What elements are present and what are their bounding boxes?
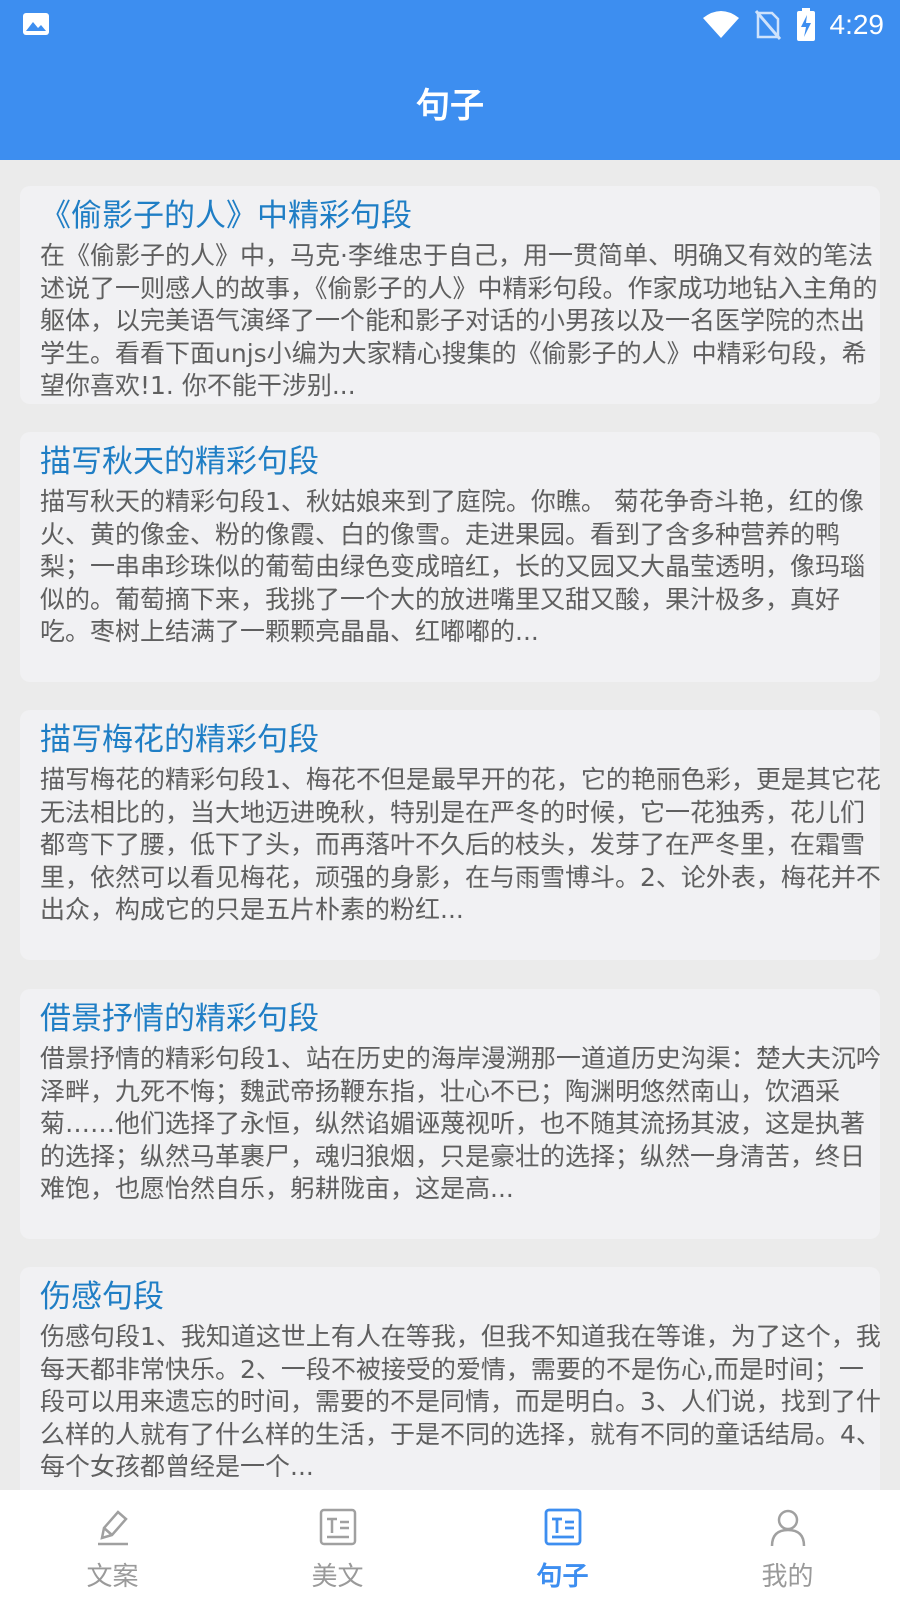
article-summary: 描写秋天的精彩句段1、秋姑娘来到了庭院。你瞧。 菊花争奇斗艳，红的像火、黄的像金… xyxy=(40,487,866,647)
article-card[interactable]: 伤感句段 伤感句段1、我知道这世上有人在等我，但我不知道我在等谁，为了这个，我每… xyxy=(20,1267,880,1490)
article-summary: 在《偷影子的人》中，马克·李维忠于自己，用一贯简单、明确又有效的笔法述说了一则感… xyxy=(40,241,878,401)
article-card[interactable]: 描写梅花的精彩句段 描写梅花的精彩句段1、梅花不但是最早开的花，它的艳丽色彩，更… xyxy=(20,710,880,960)
article-card[interactable]: 《偷影子的人》中精彩句段 在《偷影子的人》中，马克·李维忠于自己，用一贯简单、明… xyxy=(20,186,880,404)
tab-label: 文案 xyxy=(86,1562,139,1592)
tab-label: 句子 xyxy=(536,1562,589,1592)
article-list[interactable]: 《偷影子的人》中精彩句段 在《偷影子的人》中，马克·李维忠于自己，用一贯简单、明… xyxy=(0,160,900,1490)
article-summary: 描写梅花的精彩句段1、梅花不但是最早开的花，它的艳丽色彩，更是其它花无法相比的，… xyxy=(40,765,880,925)
page-title: 句子 xyxy=(416,86,484,126)
article-summary: 借景抒情的精彩句段1、站在历史的海岸漫溯那一道道历史沟渠：楚大夫沉吟泽畔，九死不… xyxy=(40,1044,880,1204)
article-card[interactable]: 描写秋天的精彩句段 描写秋天的精彩句段1、秋姑娘来到了庭院。你瞧。 菊花争奇斗艳… xyxy=(20,432,880,682)
app-bar: 4:29 句子 xyxy=(0,0,900,160)
tab-meiwen[interactable]: 美文 xyxy=(225,1490,450,1600)
article-title[interactable]: 借景抒情的精彩句段 xyxy=(40,993,319,1038)
tab-label: 我的 xyxy=(761,1562,814,1592)
article-title[interactable]: 伤感句段 xyxy=(40,1271,164,1316)
article-summary: 伤感句段1、我知道这世上有人在等我，但我不知道我在等谁，为了这个，我每天都非常快… xyxy=(40,1322,880,1482)
text-box-icon xyxy=(319,1508,357,1546)
tab-juzi[interactable]: 句子 xyxy=(450,1490,675,1600)
article-title[interactable]: 描写秋天的精彩句段 xyxy=(40,436,319,481)
image-notification-icon xyxy=(23,13,49,35)
tab-wode[interactable]: 我的 xyxy=(675,1490,900,1600)
tab-wenan[interactable]: 文案 xyxy=(0,1490,225,1600)
no-sim-icon xyxy=(754,10,781,40)
bottom-nav: 文案 美文 句子 我的 xyxy=(0,1490,900,1600)
status-time: 4:29 xyxy=(829,9,885,40)
article-card[interactable]: 借景抒情的精彩句段 借景抒情的精彩句段1、站在历史的海岸漫溯那一道道历史沟渠：楚… xyxy=(20,989,880,1239)
pen-icon xyxy=(98,1510,128,1546)
text-box-icon xyxy=(544,1508,582,1546)
article-title[interactable]: 描写梅花的精彩句段 xyxy=(40,714,319,759)
tab-label: 美文 xyxy=(311,1562,364,1592)
wifi-icon xyxy=(702,11,739,38)
status-bar: 4:29 xyxy=(0,0,900,50)
person-icon xyxy=(770,1509,806,1547)
article-title[interactable]: 《偷影子的人》中精彩句段 xyxy=(40,190,412,235)
battery-charging-icon xyxy=(796,8,815,41)
